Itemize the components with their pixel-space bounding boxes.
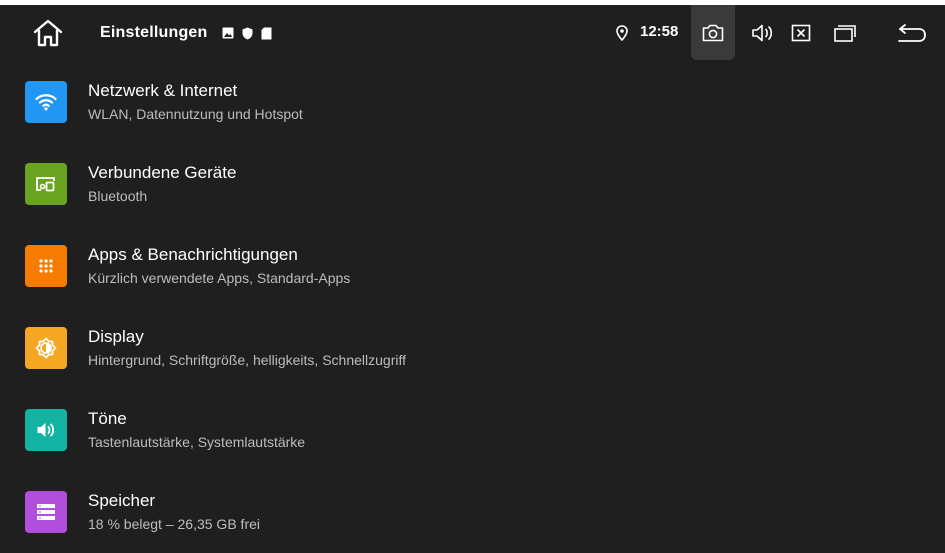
page-title: Einstellungen [100,24,208,41]
screenshot-button[interactable] [691,5,735,60]
title-area: Einstellungen [100,19,272,47]
close-box-icon [791,23,811,43]
item-subtitle: 18 % belegt – 26,35 GB frei [88,516,260,532]
storage-icon [25,491,67,533]
item-subtitle: Tastenlautstärke, Systemlautstärke [88,434,306,450]
settings-item-apps-notifications[interactable]: Apps & Benachrichtigungen Kürzlich verwe… [0,225,945,307]
brightness-icon [25,327,67,369]
close-app-button[interactable] [786,16,816,50]
home-icon [32,18,64,48]
item-title: Display [88,327,144,346]
item-title: Netzwerk & Internet [88,81,238,100]
image-icon [222,27,234,39]
item-subtitle: WLAN, Datennutzung und Hotspot [88,106,303,122]
item-title: Apps & Benachrichtigungen [88,245,298,264]
volume-button[interactable] [746,16,780,50]
wifi-icon [25,81,67,123]
recent-apps-button[interactable] [828,16,862,50]
devices-icon [25,163,67,205]
shield-icon [242,27,253,40]
status-bar: Einstellungen 12:58 [0,5,945,61]
settings-item-network[interactable]: Netzwerk & Internet WLAN, Datennutzung u… [0,61,945,143]
item-title: Speicher [88,491,156,510]
item-subtitle: Hintergrund, Schriftgröße, helligkeits, … [88,352,407,368]
recents-icon [833,23,857,43]
home-button[interactable] [30,15,66,51]
apps-grid-icon [25,245,67,287]
volume-icon [751,23,775,43]
settings-item-storage[interactable]: Speicher 18 % belegt – 26,35 GB frei [0,471,945,553]
item-subtitle: Bluetooth [88,188,148,204]
settings-item-connected-devices[interactable]: Verbundene Geräte Bluetooth [0,143,945,225]
settings-item-sounds[interactable]: Töne Tastenlautstärke, Systemlautstärke [0,389,945,471]
clock: 12:58 [640,23,679,40]
back-arrow-icon [896,23,928,43]
location-icon [614,22,630,44]
item-subtitle: Kürzlich verwendete Apps, Standard-Apps [88,270,351,286]
item-title: Töne [88,409,127,428]
back-button[interactable] [892,16,932,50]
speaker-icon [25,409,67,451]
notification-icons [222,27,272,40]
settings-list: Netzwerk & Internet WLAN, Datennutzung u… [0,61,945,553]
camera-icon [702,24,724,42]
item-title: Verbundene Geräte [88,163,237,182]
settings-item-display[interactable]: Display Hintergrund, Schriftgröße, helli… [0,307,945,389]
sd-card-icon [261,27,272,40]
